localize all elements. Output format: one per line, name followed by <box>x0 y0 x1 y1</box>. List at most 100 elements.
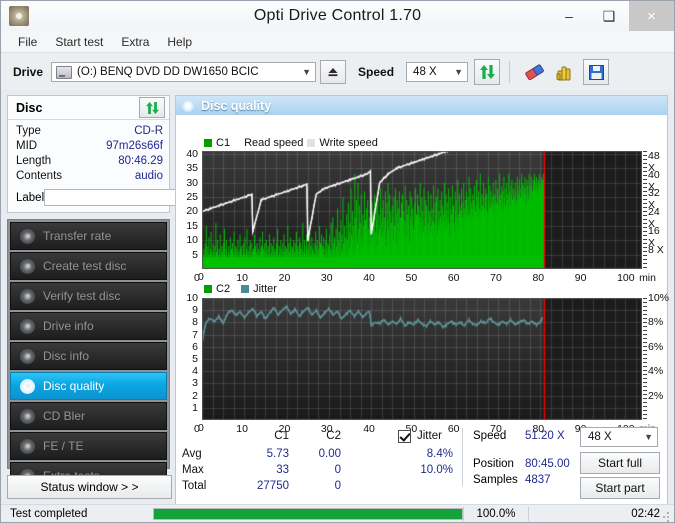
disc-length-value: 80:46.29 <box>118 155 163 167</box>
y-tick-label: 3 <box>192 377 198 390</box>
close-button[interactable]: × <box>629 1 674 31</box>
disc-type-label: Type <box>16 125 41 137</box>
disc-info-rows: Type CD-R MID 97m26s66f Length 80:46.29 … <box>8 120 247 208</box>
stats-row-label-max: Max <box>182 464 204 476</box>
legend-label-jitter: Jitter <box>253 283 277 295</box>
sidebar-item-disc-quality[interactable]: Disc quality <box>10 372 167 400</box>
chevron-down-icon: ▼ <box>644 432 653 442</box>
sidebar-item-fe-te[interactable]: FE / TE <box>10 432 167 460</box>
sidebar-label: Create test disc <box>43 259 127 273</box>
y-tick-label: 5 <box>192 353 198 365</box>
hand-tools-icon <box>556 66 571 81</box>
menu-help[interactable]: Help <box>158 33 201 51</box>
menu-start-test[interactable]: Start test <box>46 33 112 51</box>
disc-label-row: Label <box>16 187 247 208</box>
maximize-button[interactable]: ❑ <box>589 1 629 31</box>
toolbar: Drive (O:) BENQ DVD DD DW1650 BCIC ▼ Spe… <box>1 54 674 90</box>
c2-legend: C2 Jitter <box>204 283 277 295</box>
progress-bar <box>153 507 463 520</box>
speed-readout-label: Speed <box>473 430 507 442</box>
disc-icon <box>20 408 35 424</box>
content-panel: Disc quality C1 Read speed Write speed 5… <box>175 95 669 510</box>
y-tick-label: 5 <box>192 248 198 261</box>
stats-avg-c1: 5.73 <box>266 448 289 460</box>
y-tick-label: 7 <box>192 328 198 341</box>
status-window-button[interactable]: Status window > > <box>7 475 172 499</box>
disc-mid-value: 97m26s66f <box>106 140 163 152</box>
y-tick-label: 10 <box>186 292 198 304</box>
erase-button[interactable] <box>523 60 547 84</box>
left-panel: Disc Type CD-R MID 97m26s66f Length 80:4… <box>7 95 247 510</box>
y-tick-label: 6 <box>192 340 198 353</box>
legend-label-c2: C2 <box>216 283 231 295</box>
drive-select[interactable]: (O:) BENQ DVD DD DW1650 BCIC ▼ <box>51 62 317 82</box>
test-speed-value: 48 X <box>588 431 612 443</box>
menu-file[interactable]: File <box>9 33 46 51</box>
status-message: Test completed <box>10 507 88 520</box>
sidebar-label: CD Bler <box>43 409 86 423</box>
sidebar-item-cd-bler[interactable]: CD Bler <box>10 402 167 430</box>
y-tick-label: 4 <box>192 365 198 378</box>
x-tick-label: 20 <box>278 272 291 284</box>
start-full-button[interactable]: Start full <box>580 452 660 474</box>
disc-check-icon <box>20 288 35 304</box>
disc-info-box: Disc Type CD-R MID 97m26s66f Length 80:4… <box>7 95 247 213</box>
disc-header-label: Disc <box>16 100 43 115</box>
sidebar-item-drive-info[interactable]: Drive info <box>10 312 167 340</box>
legend-swatch-jitter <box>241 285 250 293</box>
eject-button[interactable] <box>320 60 347 84</box>
speed-select[interactable]: 48 X ▼ <box>406 62 469 82</box>
legend-swatch-c2 <box>204 285 212 293</box>
drive-select-value: (O:) BENQ DVD DD DW1650 BCIC <box>77 66 259 78</box>
samples-readout-label: Samples <box>473 474 518 486</box>
save-button[interactable] <box>583 59 610 85</box>
x-tick-label: 40 <box>363 272 375 284</box>
x-tick-label: 90 <box>574 272 587 284</box>
menu-extra[interactable]: Extra <box>112 33 158 51</box>
disc-contents-label: Contents <box>16 170 63 182</box>
sidebar-item-verify-test-disc[interactable]: Verify test disc <box>10 282 167 310</box>
sidebar-label: Verify test disc <box>43 289 121 303</box>
erase-icon <box>525 64 544 81</box>
progress-bar-fill <box>154 508 462 519</box>
progress-percent: 100.0% <box>476 507 516 520</box>
axis-tick-marks <box>643 151 647 269</box>
resize-grip[interactable] <box>661 510 671 522</box>
x-tick-label: 70 <box>490 272 502 284</box>
page-title: Disc quality <box>201 98 272 113</box>
menu-bar: File Start test Extra Help <box>1 31 674 53</box>
disc-quality-icon <box>20 378 35 394</box>
tools-button[interactable] <box>553 60 577 84</box>
x-tick-label: 100 <box>617 272 635 284</box>
position-readout-value: 80:45.00 <box>525 458 570 470</box>
disc-info-header: Disc <box>8 96 169 120</box>
toolbar-separator <box>509 61 511 83</box>
sidebar-item-transfer-rate[interactable]: Transfer rate <box>10 222 167 250</box>
minimize-button[interactable]: – <box>549 1 589 31</box>
y-tick-label: 15 <box>186 219 198 232</box>
window-controls: – ❑ × <box>549 1 674 31</box>
stats-col-jitter: Jitter <box>417 430 442 442</box>
disc-refresh-button[interactable] <box>139 97 165 118</box>
content-header: Disc quality <box>176 96 667 115</box>
sidebar-label: FE / TE <box>43 439 84 453</box>
speed-label: Speed <box>358 65 395 79</box>
y-tick-label: 9 <box>192 304 198 317</box>
start-part-button[interactable]: Start part <box>580 477 660 499</box>
sidebar-label: Disc quality <box>43 379 105 393</box>
test-speed-select[interactable]: 48 X ▼ <box>580 427 658 447</box>
c1-plot-canvas <box>202 151 642 269</box>
refresh-icon <box>479 65 495 79</box>
sidebar-item-disc-info[interactable]: Disc info <box>10 342 167 370</box>
refresh-button[interactable] <box>474 59 501 85</box>
disc-row-mid: MID 97m26s66f <box>16 139 163 154</box>
jitter-checkbox[interactable] <box>398 430 411 443</box>
disc-length-label: Length <box>16 155 52 167</box>
sidebar-item-create-test-disc[interactable]: Create test disc <box>10 252 167 280</box>
disc-quality-icon <box>182 99 194 112</box>
chevron-down-icon: ▼ <box>454 67 464 77</box>
disc-row-length: Length 80:46.29 <box>16 154 163 169</box>
navigation-list: Transfer rate Create test disc Verify te… <box>7 219 170 490</box>
disc-row-contents: Contents audio <box>16 169 163 184</box>
disc-type-value: CD-R <box>134 125 163 137</box>
